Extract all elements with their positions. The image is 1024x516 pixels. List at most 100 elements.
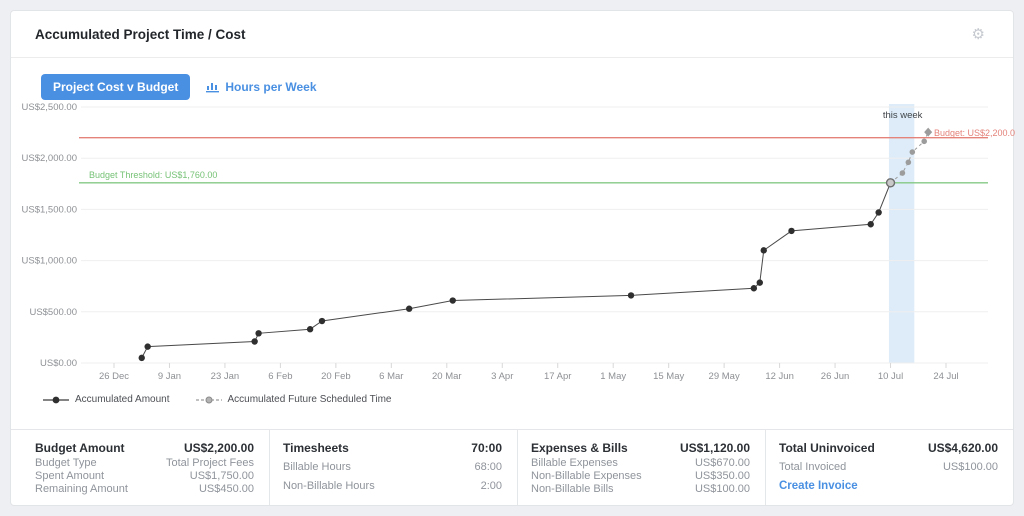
data-point [900, 170, 906, 176]
summary-panel-expenses-bills: Expenses & Bills US$1,120.00 Billable Expe… [517, 430, 765, 505]
y-tick-label: US$0.00 [40, 358, 77, 369]
summary-row-value: US$100.00 [695, 483, 750, 495]
panel-header: Total UninvoicedUS$4,620.00 [779, 441, 998, 455]
summary-row: Non-Billable Bills US$100.00 [531, 483, 750, 495]
summary-row: Remaining Amount US$450.00 [35, 483, 254, 495]
legend-label: Accumulated Amount [75, 394, 170, 405]
data-point [450, 297, 456, 303]
data-point [251, 338, 257, 344]
summary-row-value: 68:00 [474, 461, 502, 473]
data-point [921, 139, 927, 145]
summary-row: Billable Expenses US$670.00 [531, 457, 750, 469]
tab-hours-per-week[interactable]: Hours per Week [206, 80, 316, 94]
x-tick-label: 9 Jan [158, 371, 181, 382]
data-point [788, 228, 794, 234]
legend-item-accumulated-amount[interactable]: Accumulated Amount [43, 394, 170, 405]
data-point [144, 343, 150, 349]
transition-point [887, 179, 895, 187]
panel-header: Timesheets 70:00 [283, 441, 502, 455]
summary-row: Spent Amount US$1,750.00 [35, 470, 254, 482]
summary-row: Non-Billable Hours2:00 [283, 480, 502, 492]
x-tick-label: 24 Jul [933, 371, 958, 382]
x-tick-label: 10 Jul [878, 371, 903, 382]
data-point [868, 221, 874, 227]
legend-label: Accumulated Future Scheduled Time [228, 394, 392, 405]
x-tick-label: 26 Dec [99, 371, 129, 382]
x-tick-label: 15 May [653, 371, 684, 382]
data-point [875, 209, 881, 215]
summary-row-label: Billable Expenses [531, 457, 618, 469]
data-point [139, 355, 145, 361]
diamond-end-point [924, 128, 932, 137]
summary-panel-timesheets: Timesheets 70:00 Billable Hours68:00 Non-Bi… [269, 430, 517, 505]
summary-row: Budget Type Total Project Fees [35, 457, 254, 469]
summary-row-label: Total Invoiced [779, 461, 846, 473]
this-week-band [889, 104, 914, 363]
data-point [910, 149, 916, 155]
x-tick-label: 29 May [709, 371, 740, 382]
summary-panel-total-uninvoiced: Total UninvoicedUS$4,620.00 Total Invoice… [765, 430, 1013, 505]
summary-section: Budget Amount US$2,200.00 Budget Type Total… [11, 429, 1013, 505]
panel-total-value: US$1,120.00 [680, 441, 750, 455]
summary-row-value: US$450.00 [199, 483, 254, 495]
x-tick-label: 20 Mar [432, 371, 462, 382]
summary-row-value: US$1,750.00 [190, 470, 254, 482]
summary-row: Non-Billable ExpensesUS$350.00 [531, 470, 750, 482]
chart-legend: Accumulated Amount Accumulated Future Sc… [43, 394, 391, 405]
summary-panel-budget-amount: Budget Amount US$2,200.00 Budget Type Total… [11, 430, 269, 505]
tab-hours-per-week-label: Hours per Week [225, 80, 316, 94]
data-point [761, 247, 767, 253]
solid-line-marker-icon [43, 395, 69, 405]
legend-item-future-scheduled[interactable]: Accumulated Future Scheduled Time [196, 394, 392, 405]
panel-rows: Billable ExpensesUS$670.00Non-Billable E… [531, 457, 750, 495]
summary-row: Total Invoiced US$100.00 [779, 461, 998, 473]
this-week-label: this week [883, 110, 923, 121]
data-point [757, 279, 763, 285]
panel-title: Total Uninvoiced [779, 441, 875, 455]
panel-rows: Total Invoiced US$100.00 Create Invoice [779, 457, 998, 495]
panel-title: Budget Amount [35, 441, 125, 455]
data-point [319, 318, 325, 324]
data-point [406, 306, 412, 312]
panel-rows: Budget TypeTotal Project FeesSpent Amoun… [35, 457, 254, 495]
summary-row-value: US$100.00 [943, 461, 998, 473]
data-point [751, 285, 757, 291]
accumulated-project-card: Accumulated Project Time / Cost ⚙ Projec… [10, 10, 1014, 506]
panel-rows: Billable Hours68:00 Non-Billable Hours2:0… [283, 457, 502, 495]
y-tick-label: US$1,000.00 [22, 256, 77, 267]
x-tick-label: 3 Apr [491, 371, 513, 382]
budget-threshold-label: Budget Threshold: US$1,760.00 [89, 170, 217, 180]
y-tick-label: US$2,500.00 [22, 102, 77, 113]
page-title: Accumulated Project Time / Cost [35, 27, 246, 42]
data-point [255, 330, 261, 336]
summary-row-value: US$670.00 [695, 457, 750, 469]
dashed-line-marker-icon [196, 395, 222, 405]
create-invoice-link[interactable]: Create Invoice [779, 480, 998, 492]
y-tick-label: US$1,500.00 [22, 204, 77, 215]
x-tick-label: 17 Apr [544, 371, 571, 382]
x-tick-label: 12 Jun [765, 371, 794, 382]
summary-row-label: Remaining Amount [35, 483, 128, 495]
panel-title: Expenses & Bills [531, 441, 628, 455]
y-tick-label: US$500.00 [29, 307, 77, 318]
summary-row-label: Spent Amount [35, 470, 104, 482]
summary-row-label: Non-Billable Hours [283, 480, 375, 492]
x-tick-label: 1 May [600, 371, 626, 382]
panel-title: Timesheets [283, 441, 349, 455]
x-axis: 26 Dec9 Jan23 Jan6 Feb20 Feb6 Mar20 Mar3… [99, 363, 959, 382]
panel-total-value: 70:00 [471, 441, 502, 455]
summary-row-label: Non-Billable Expenses [531, 470, 642, 482]
card-header: Accumulated Project Time / Cost ⚙ [11, 11, 1013, 58]
data-point [307, 326, 313, 332]
cost-budget-chart: US$0.00 US$500.00 US$1,000.00 US$1,500.00 US… [11, 96, 1015, 396]
gear-icon[interactable]: ⚙ [972, 27, 985, 42]
y-axis: US$0.00 US$500.00 US$1,000.00 US$1,500.00 US… [22, 102, 988, 369]
panel-total-value: US$2,200.00 [184, 441, 254, 455]
summary-row-label: Non-Billable Bills [531, 483, 614, 495]
summary-row: Billable Hours68:00 [283, 461, 502, 473]
summary-row-label: Budget Type [35, 457, 97, 469]
budget-line-label: Budget: US$2,200.00 [934, 128, 1015, 138]
x-tick-label: 20 Feb [321, 371, 351, 382]
x-tick-label: 6 Feb [268, 371, 292, 382]
summary-row-value: Total Project Fees [166, 457, 254, 469]
